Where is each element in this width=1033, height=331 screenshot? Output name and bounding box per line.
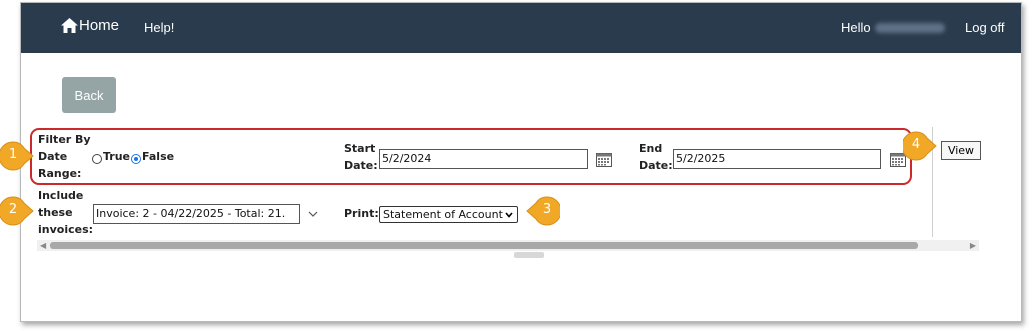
callout-2: 2 xyxy=(0,196,40,226)
end-date-input[interactable]: 5/2/2025 xyxy=(673,149,881,169)
nav-help-link[interactable]: Help! xyxy=(144,20,174,35)
callout-4: 4 xyxy=(903,131,943,161)
print-select[interactable]: Statement of Account xyxy=(379,206,518,223)
chevron-down-icon[interactable] xyxy=(308,211,318,218)
scroll-right-icon[interactable]: ▶ xyxy=(970,241,976,250)
end-date-label: End Date: xyxy=(639,140,673,174)
end-label-line1: End xyxy=(639,142,663,155)
redacted-username xyxy=(874,22,945,33)
nav-home-label: Home xyxy=(79,17,120,34)
filter-label-line2: Date xyxy=(38,150,68,163)
scroll-left-icon[interactable]: ◀ xyxy=(40,241,46,250)
print-select-value: Statement of Account xyxy=(383,208,503,221)
radio-true[interactable] xyxy=(92,154,102,164)
include-invoices-label: Include these invoices: xyxy=(38,187,93,238)
filter-by-label: Filter By Date Range: xyxy=(38,131,91,182)
callout-3: 3 xyxy=(520,196,560,226)
view-button[interactable]: View xyxy=(941,141,981,160)
top-navbar: Home Help! Hello Log off xyxy=(21,3,1021,53)
start-date-input[interactable]: 5/2/2024 xyxy=(379,149,588,169)
chevron-down-icon xyxy=(505,212,513,218)
filter-label-line3: Range: xyxy=(38,167,82,180)
logoff-link[interactable]: Log off xyxy=(965,20,1005,35)
scrollbar-thumb[interactable] xyxy=(50,242,918,249)
invoices-label-line3: invoices: xyxy=(38,223,94,236)
start-label-line1: Start xyxy=(344,142,376,155)
start-label-line2: Date: xyxy=(344,159,378,172)
print-label: Print: xyxy=(344,207,379,220)
radio-false-label: False xyxy=(142,150,175,163)
radio-false[interactable] xyxy=(131,154,141,164)
callout-1-number: 1 xyxy=(8,147,18,162)
radio-true-label: True xyxy=(103,150,131,163)
filter-label-line1: Filter By xyxy=(38,133,91,146)
user-greeting: Hello xyxy=(841,20,945,35)
nav-home-link[interactable]: Home xyxy=(61,17,119,34)
horizontal-scrollbar[interactable]: ◀ ▶ xyxy=(37,240,979,251)
resize-grip[interactable] xyxy=(514,252,544,258)
callout-1: 1 xyxy=(0,141,40,171)
callout-4-number: 4 xyxy=(911,137,921,152)
app-window: Home Help! Hello Log off Back Filter By … xyxy=(20,2,1022,322)
invoices-select[interactable]: Invoice: 2 - 04/22/2025 - Total: 21. xyxy=(93,204,300,224)
greeting-label: Hello xyxy=(841,20,871,35)
calendar-icon[interactable] xyxy=(596,152,612,167)
back-button[interactable]: Back xyxy=(62,77,116,113)
start-date-label: Start Date: xyxy=(344,140,378,174)
callout-3-number: 3 xyxy=(542,202,552,217)
invoices-label-line2: these xyxy=(38,206,73,219)
invoices-label-line1: Include xyxy=(38,189,84,202)
report-filter-panel: Filter By Date Range: True False Start D… xyxy=(30,127,981,258)
end-label-line2: Date: xyxy=(639,159,673,172)
home-icon xyxy=(61,18,78,33)
callout-2-number: 2 xyxy=(8,202,18,217)
